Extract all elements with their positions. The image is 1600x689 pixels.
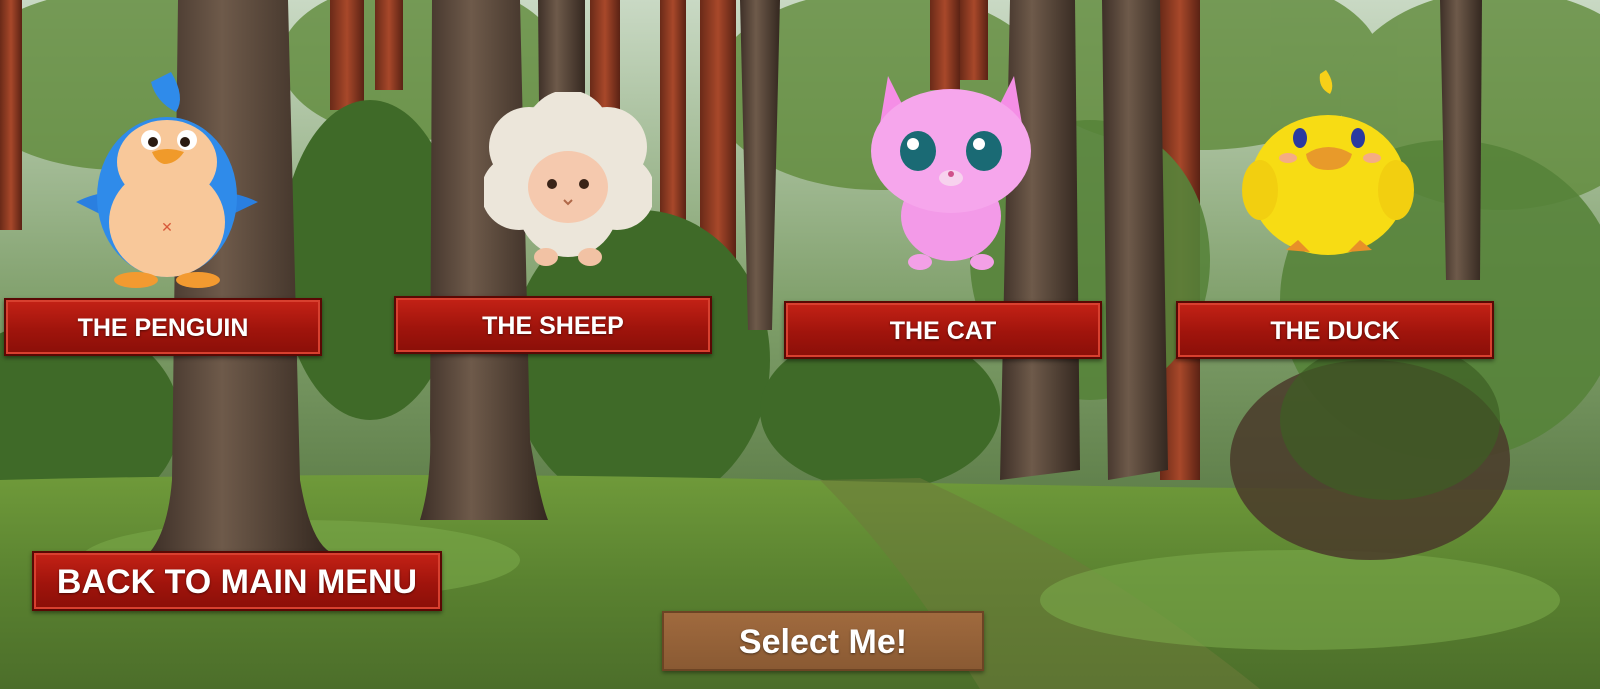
- penguin-select-button[interactable]: THE PENGUIN: [4, 298, 322, 356]
- cat-select-button[interactable]: THE CAT: [784, 301, 1102, 359]
- cat-character[interactable]: [858, 66, 1044, 272]
- sheep-character[interactable]: [484, 92, 652, 270]
- sheep-select-button[interactable]: THE SHEEP: [394, 296, 712, 354]
- svg-text:✕: ✕: [161, 220, 173, 236]
- select-me-button[interactable]: Select Me!: [662, 611, 984, 671]
- duck-character[interactable]: [1238, 70, 1418, 266]
- penguin-character[interactable]: ✕: [56, 72, 278, 294]
- back-to-main-menu-button[interactable]: BACK TO MAIN MENU: [32, 551, 442, 611]
- duck-select-button[interactable]: THE DUCK: [1176, 301, 1494, 359]
